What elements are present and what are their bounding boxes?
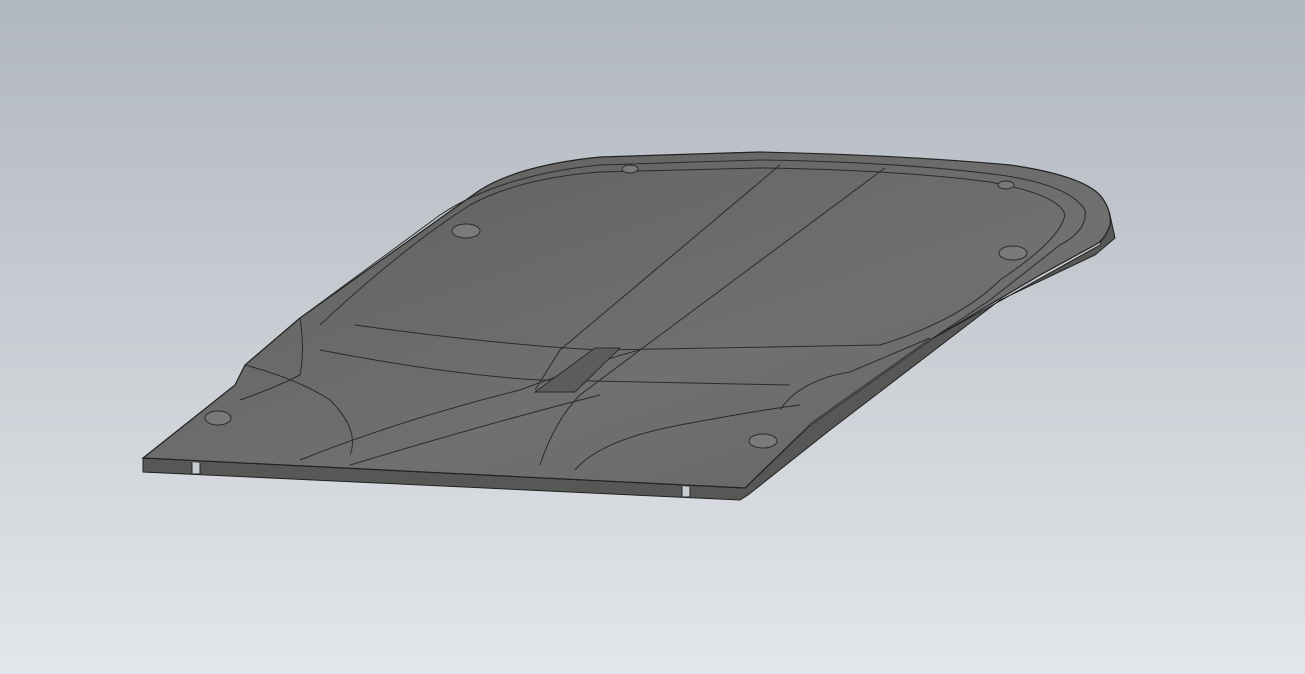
mounting-hole xyxy=(997,180,1015,190)
edge-notch xyxy=(191,462,201,475)
mounting-hole xyxy=(998,245,1028,261)
cad-part-model[interactable] xyxy=(0,0,1305,674)
mounting-hole xyxy=(451,223,481,239)
graphics-viewport[interactable] xyxy=(0,0,1305,674)
mounting-hole xyxy=(621,164,639,174)
mounting-hole xyxy=(204,410,232,426)
mounting-hole xyxy=(748,433,778,449)
edge-notch xyxy=(681,486,691,498)
